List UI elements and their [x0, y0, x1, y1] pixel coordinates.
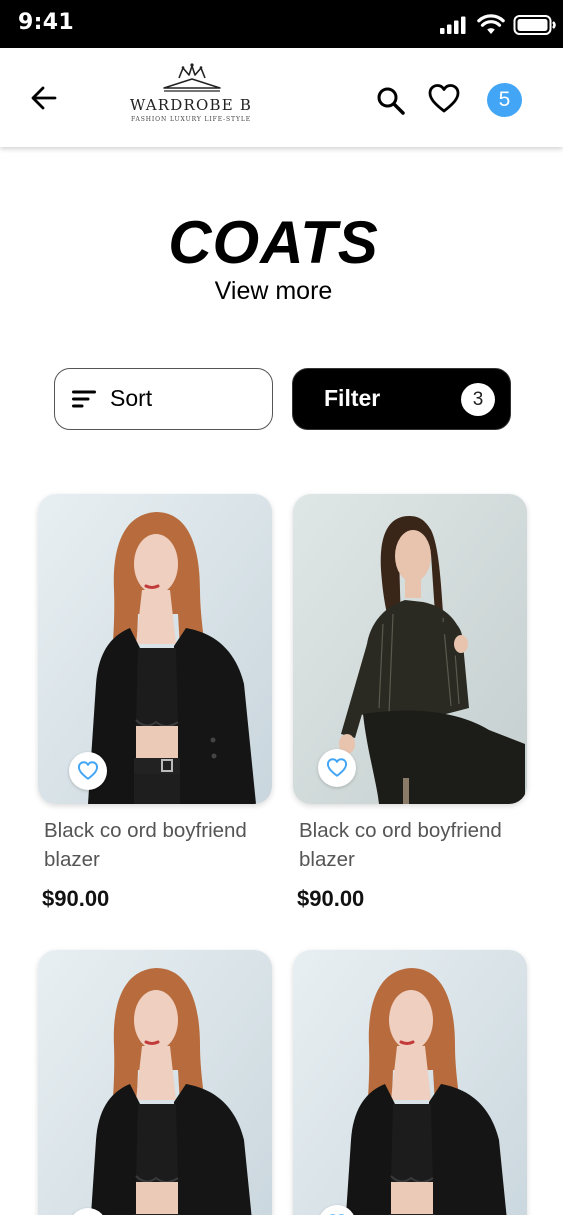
filter-button[interactable]: Filter 3 — [292, 368, 511, 430]
heart-icon — [326, 758, 348, 777]
sort-button[interactable]: Sort — [54, 368, 273, 430]
product-name: Black co ord boyfriend blazer — [299, 819, 502, 871]
search-icon — [377, 87, 405, 115]
back-arrow-icon — [31, 86, 57, 110]
battery-icon — [513, 15, 556, 35]
product-card[interactable]: Black co ord boyfriend blazer $90.00 — [293, 494, 529, 914]
product-price: $90.00 — [297, 886, 365, 911]
logo-name: WARDROBE B — [129, 96, 253, 114]
page-title: COATS — [168, 209, 379, 276]
product-image[interactable] — [38, 950, 272, 1215]
filter-count-badge: 3 — [461, 383, 495, 416]
favorite-button[interactable] — [318, 749, 356, 787]
product-card[interactable]: Black co ord boyfriend blazer $90.00 — [38, 494, 274, 914]
search-button[interactable] — [374, 84, 408, 118]
filter-label: Filter — [324, 385, 381, 411]
app-header: WARDROBE B FASHION LUXURY LIFE-STYLE 5 — [0, 48, 563, 147]
status-bar: 9:41 — [0, 0, 563, 48]
crown-hanger-icon — [163, 63, 221, 92]
wifi-icon — [477, 14, 505, 34]
product-card[interactable] — [293, 950, 529, 1215]
sort-icon — [72, 390, 96, 408]
product-card[interactable] — [38, 950, 274, 1215]
product-name: Black co ord boyfriend blazer — [44, 819, 247, 871]
logo-tagline: FASHION LUXURY LIFE-STYLE — [131, 116, 251, 123]
heart-icon — [77, 761, 99, 780]
status-icons — [439, 14, 557, 36]
product-image[interactable] — [293, 950, 527, 1215]
heart-icon — [428, 84, 460, 113]
favorite-button[interactable] — [69, 752, 107, 790]
brand-logo[interactable]: WARDROBE B FASHION LUXURY LIFE-STYLE — [128, 62, 254, 126]
back-button[interactable] — [28, 82, 60, 114]
sort-label: Sort — [110, 385, 153, 411]
signal-icon — [440, 16, 466, 34]
product-price: $90.00 — [42, 886, 110, 911]
cart-count-badge[interactable]: 5 — [487, 83, 522, 117]
view-more-link[interactable]: View more — [0, 277, 547, 306]
wishlist-button[interactable] — [427, 82, 461, 116]
status-time: 9:41 — [18, 10, 74, 35]
